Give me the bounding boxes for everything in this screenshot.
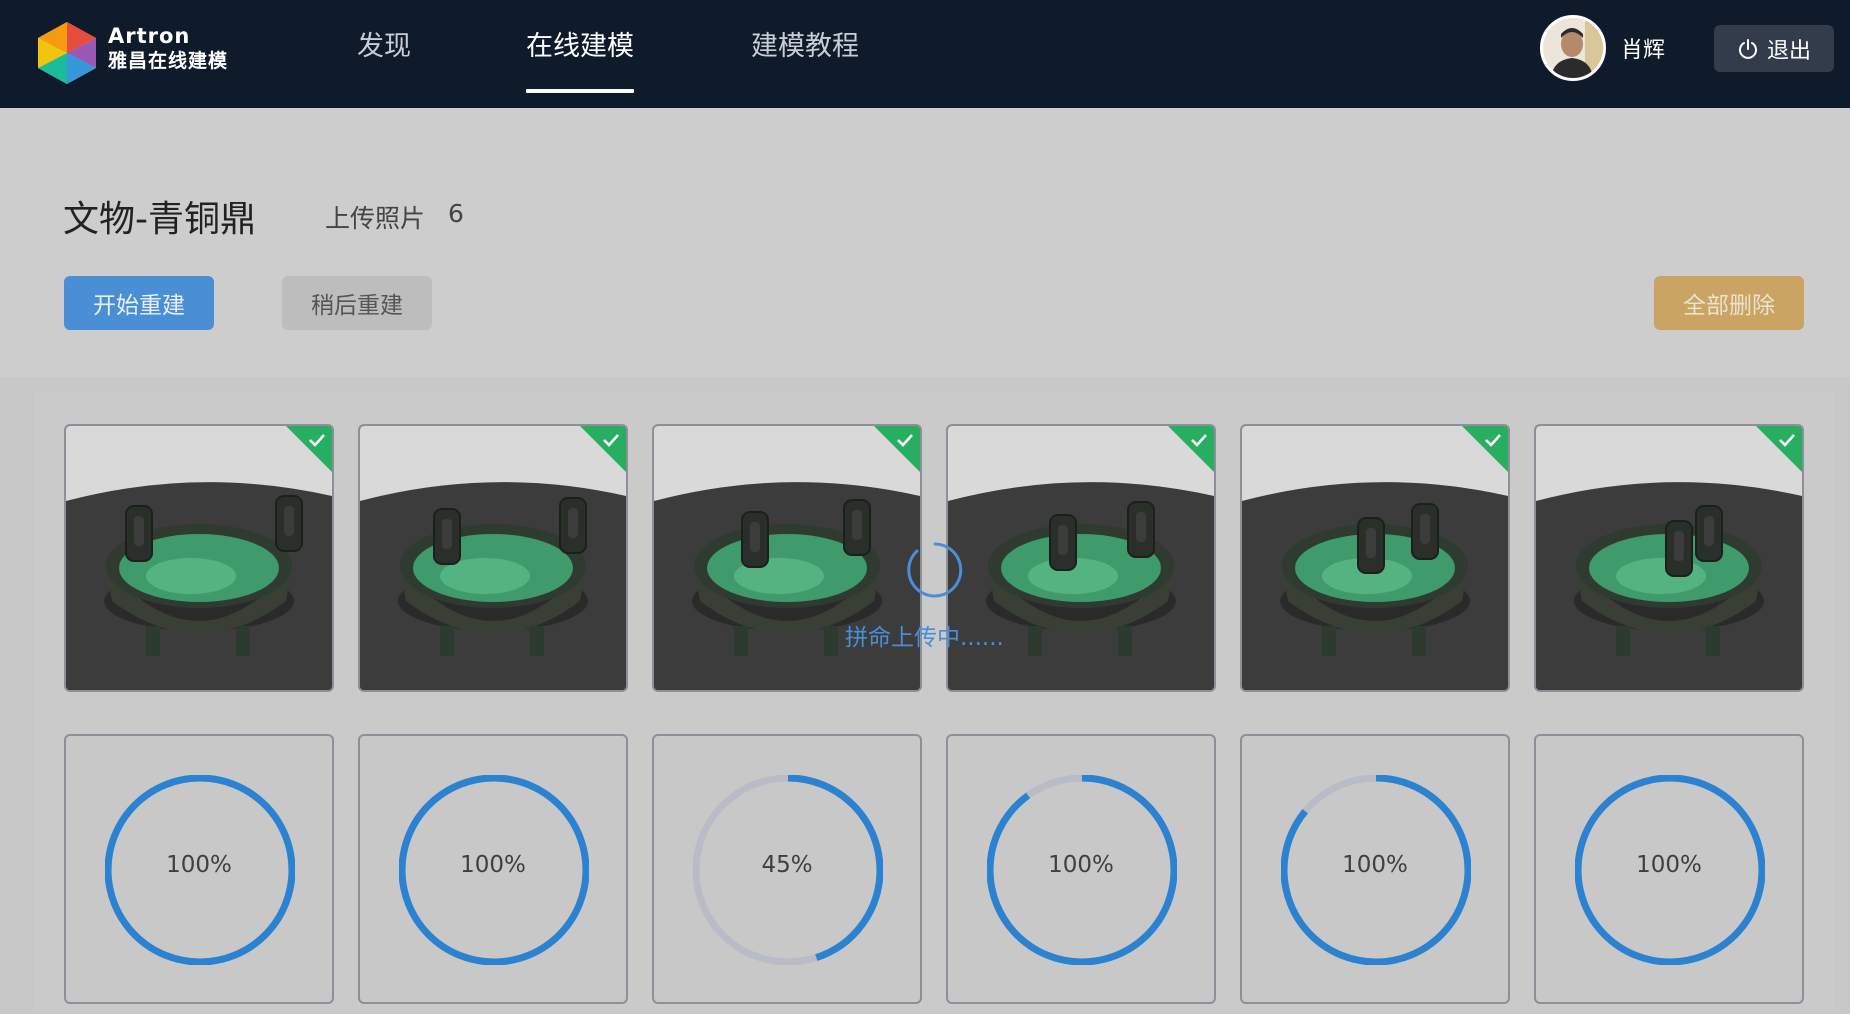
avatar-portrait-icon xyxy=(1543,18,1603,78)
loading-spinner-icon xyxy=(907,542,963,598)
start-reconstruction-button[interactable]: 开始重建 xyxy=(64,276,214,330)
brand-line-1: Artron xyxy=(108,24,191,48)
artron-logo-icon[interactable] xyxy=(34,20,100,86)
upload-count-value: 6 xyxy=(448,199,464,228)
upload-count-label: 上传照片 xyxy=(325,204,426,233)
progress-percent: 100% xyxy=(1342,852,1408,878)
username[interactable]: 肖辉 xyxy=(1621,32,1665,64)
progress-percent: 100% xyxy=(1636,852,1702,878)
logout-button[interactable]: 退出 xyxy=(1714,25,1834,72)
photo-thumbnail[interactable] xyxy=(1240,424,1510,692)
photo-thumbnail[interactable] xyxy=(1534,424,1804,692)
uploaded-check-icon xyxy=(1756,426,1802,472)
project-info-section xyxy=(0,108,1850,377)
upload-progress-card: 45% xyxy=(652,734,922,1004)
logout-label: 退出 xyxy=(1766,38,1811,64)
uploaded-check-icon xyxy=(1168,426,1214,472)
brand-name: Artron 雅昌在线建模 xyxy=(108,24,228,74)
uploading-status-text: 拼命上传中...... xyxy=(845,625,1004,651)
uploaded-check-icon xyxy=(286,426,332,472)
nav-modeling-tutorial[interactable]: 建模教程 xyxy=(751,0,859,108)
upload-progress-card: 100% xyxy=(64,734,334,1004)
progress-percent: 100% xyxy=(1048,852,1114,878)
uploaded-check-icon xyxy=(1462,426,1508,472)
upload-progress-card: 100% xyxy=(1534,734,1804,1004)
uploaded-check-icon xyxy=(580,426,626,472)
upload-progress-card: 100% xyxy=(946,734,1216,1004)
uploaded-check-icon xyxy=(874,426,920,472)
top-navbar: Artron 雅昌在线建模 发现 在线建模 建模教程 肖辉 退出 xyxy=(0,0,1850,108)
photo-thumbnail[interactable] xyxy=(64,424,334,692)
progress-percent: 100% xyxy=(460,852,526,878)
upload-progress-card: 100% xyxy=(1240,734,1510,1004)
progress-percent: 45% xyxy=(761,852,813,878)
upload-progress-card: 100% xyxy=(358,734,628,1004)
reconstruct-later-button[interactable]: 稍后重建 xyxy=(282,276,432,330)
progress-percent: 100% xyxy=(166,852,232,878)
project-title: 文物-青铜鼎 xyxy=(63,199,256,240)
user-avatar[interactable] xyxy=(1540,15,1606,81)
active-nav-indicator xyxy=(526,89,634,93)
nav-discover[interactable]: 发现 xyxy=(357,0,411,108)
delete-all-button[interactable]: 全部删除 xyxy=(1654,276,1804,330)
power-icon xyxy=(1739,38,1757,59)
photo-thumbnail[interactable] xyxy=(358,424,628,692)
brand-line-2: 雅昌在线建模 xyxy=(108,50,229,72)
